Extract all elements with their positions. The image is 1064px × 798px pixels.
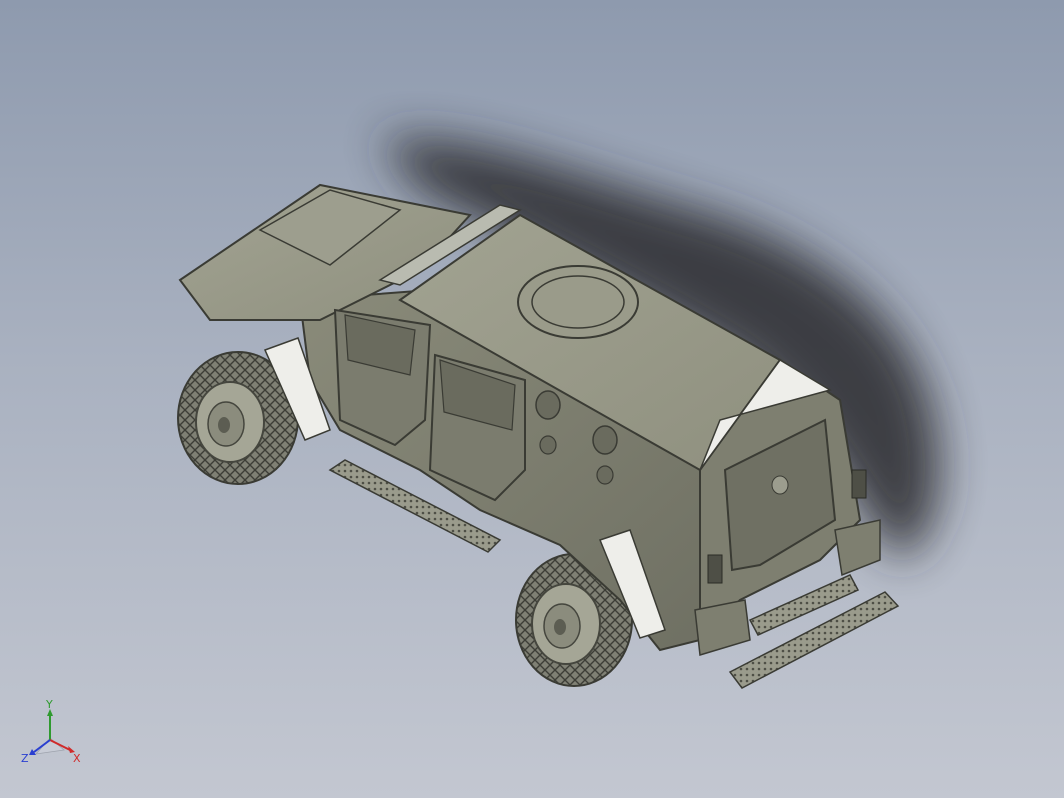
vehicle-model-view[interactable] <box>0 0 1064 798</box>
rear-bumper <box>694 599 751 656</box>
y-axis-label: Y <box>45 700 53 711</box>
orientation-triad: Y X Z <box>21 700 81 765</box>
z-axis-label: Z <box>21 752 29 765</box>
roof-hatch <box>517 265 639 339</box>
x-axis-label: X <box>73 752 81 765</box>
graphics-viewport[interactable]: Y X Z <box>0 0 1064 798</box>
